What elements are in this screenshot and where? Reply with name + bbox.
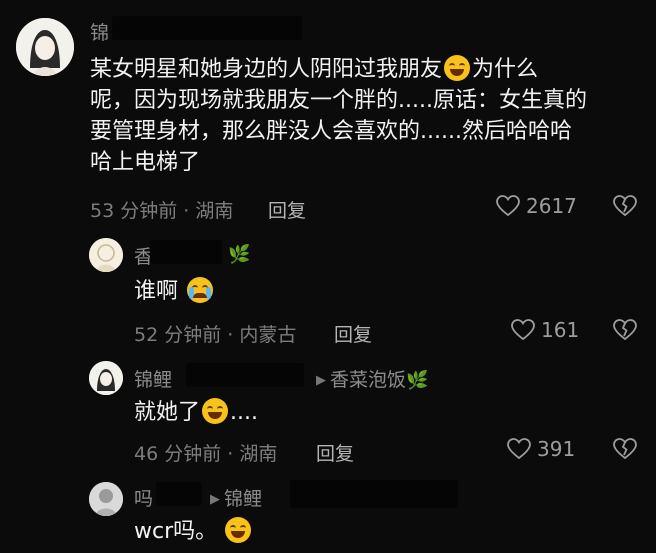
crying-emoji-icon: [187, 277, 214, 303]
heart-outline-icon: [511, 319, 535, 341]
reply-item: 香 🌿 谁啊 52 分钟前 · 内蒙古 回复 161: [0, 232, 656, 347]
reply-button[interactable]: 回复: [268, 196, 306, 223]
comment-text-line: 要管理身材，那么胖没人会喜欢的......然后哈哈哈: [90, 119, 572, 144]
leaf-icon: 🌿: [406, 370, 429, 391]
like-button[interactable]: 2617: [496, 194, 577, 218]
like-count: 391: [537, 437, 576, 461]
comment-thread: 锦 某女明星和她身边的人阴阳过我朋友 为什么 呢，因为现场就我朋友一个胖的....…: [0, 0, 656, 553]
comment-text: 某女明星和她身边的人阴阳过我朋友 为什么: [90, 55, 539, 82]
reply-target[interactable]: ▶ 香菜泡饭🌿: [312, 365, 428, 392]
tongue-emoji-icon: [225, 517, 252, 543]
reply-target[interactable]: ▶ 锦鲤: [206, 484, 262, 511]
like-count: 161: [541, 318, 580, 342]
reply-arrow-icon: ▶: [316, 373, 326, 388]
comment-text-line: 呢，因为现场就我朋友一个胖的.....原话：女生真的: [90, 88, 587, 113]
broken-heart-icon: [613, 438, 637, 460]
reply-button[interactable]: 回复: [316, 439, 354, 466]
comment-text: 就她了....: [134, 398, 258, 425]
leaf-icon: 🌿: [228, 244, 251, 265]
comment-timestamp: 46 分钟前 · 湖南: [134, 443, 278, 465]
reply-item: 锦鲤 ▶ 香菜泡饭🌿 就她了.... 46 分钟前 · 湖南 回复 391: [0, 355, 656, 473]
broken-heart-icon: [613, 319, 637, 341]
username[interactable]: 锦鲤: [134, 365, 172, 392]
username[interactable]: 锦: [90, 18, 109, 45]
laugh-emoji-icon: [202, 398, 229, 424]
redaction-mark: [112, 16, 302, 40]
reply-button[interactable]: 回复: [334, 320, 372, 347]
comment-timestamp: 53 分钟前 · 湖南: [90, 200, 234, 222]
like-button[interactable]: 161: [511, 318, 579, 342]
comment-text: 谁啊: [134, 276, 215, 307]
redaction-mark: [290, 480, 458, 508]
laugh-emoji-icon: [444, 55, 471, 81]
avatar[interactable]: [89, 482, 123, 516]
comment-item: 锦 某女明星和她身边的人阴阳过我朋友 为什么 呢，因为现场就我朋友一个胖的....…: [0, 0, 656, 230]
avatar[interactable]: [89, 238, 123, 272]
broken-heart-icon: [613, 195, 637, 217]
dislike-button[interactable]: [613, 319, 637, 345]
redaction-mark: [156, 482, 202, 506]
like-button[interactable]: 391: [507, 437, 575, 461]
redaction-mark: [150, 240, 222, 264]
comment-timestamp: 52 分钟前 · 内蒙古: [134, 324, 297, 346]
like-count: 2617: [526, 194, 577, 218]
heart-outline-icon: [496, 195, 520, 217]
comment-text-line: 哈上电梯了: [90, 150, 201, 175]
redaction-mark: [186, 363, 304, 387]
comment-text: wcr吗。: [134, 516, 253, 547]
username[interactable]: 吗: [134, 484, 153, 511]
reply-item: 吗 ▶ 锦鲤 wcr吗。: [0, 478, 656, 553]
heart-outline-icon: [507, 438, 531, 460]
dislike-button[interactable]: [613, 195, 637, 221]
dislike-button[interactable]: [613, 438, 637, 464]
avatar[interactable]: [89, 361, 123, 395]
reply-arrow-icon: ▶: [210, 492, 220, 507]
avatar[interactable]: [16, 18, 74, 76]
